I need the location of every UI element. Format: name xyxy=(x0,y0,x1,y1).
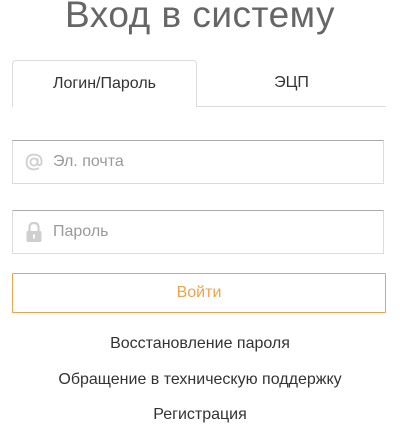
email-input[interactable] xyxy=(53,141,373,183)
email-field xyxy=(12,140,384,184)
tab-login-password[interactable]: Логин/Пароль xyxy=(12,60,197,107)
password-input[interactable] xyxy=(53,211,373,253)
restore-password-link[interactable]: Восстановление пароля xyxy=(0,335,400,353)
tab-digital-signature[interactable]: ЭЦП xyxy=(197,60,386,107)
page-title: Вход в систему xyxy=(64,0,336,35)
login-button[interactable]: Войти xyxy=(12,273,386,313)
login-page: Вход в систему Логин/Пароль ЭЦП Войти Во… xyxy=(0,0,400,430)
at-icon xyxy=(23,150,45,174)
register-link[interactable]: Регистрация xyxy=(0,406,400,424)
login-tabs: Логин/Пароль ЭЦП xyxy=(12,60,386,107)
support-request-link[interactable]: Обращение в техническую поддержку xyxy=(0,371,400,389)
lock-icon xyxy=(23,220,45,244)
password-field xyxy=(12,210,384,254)
